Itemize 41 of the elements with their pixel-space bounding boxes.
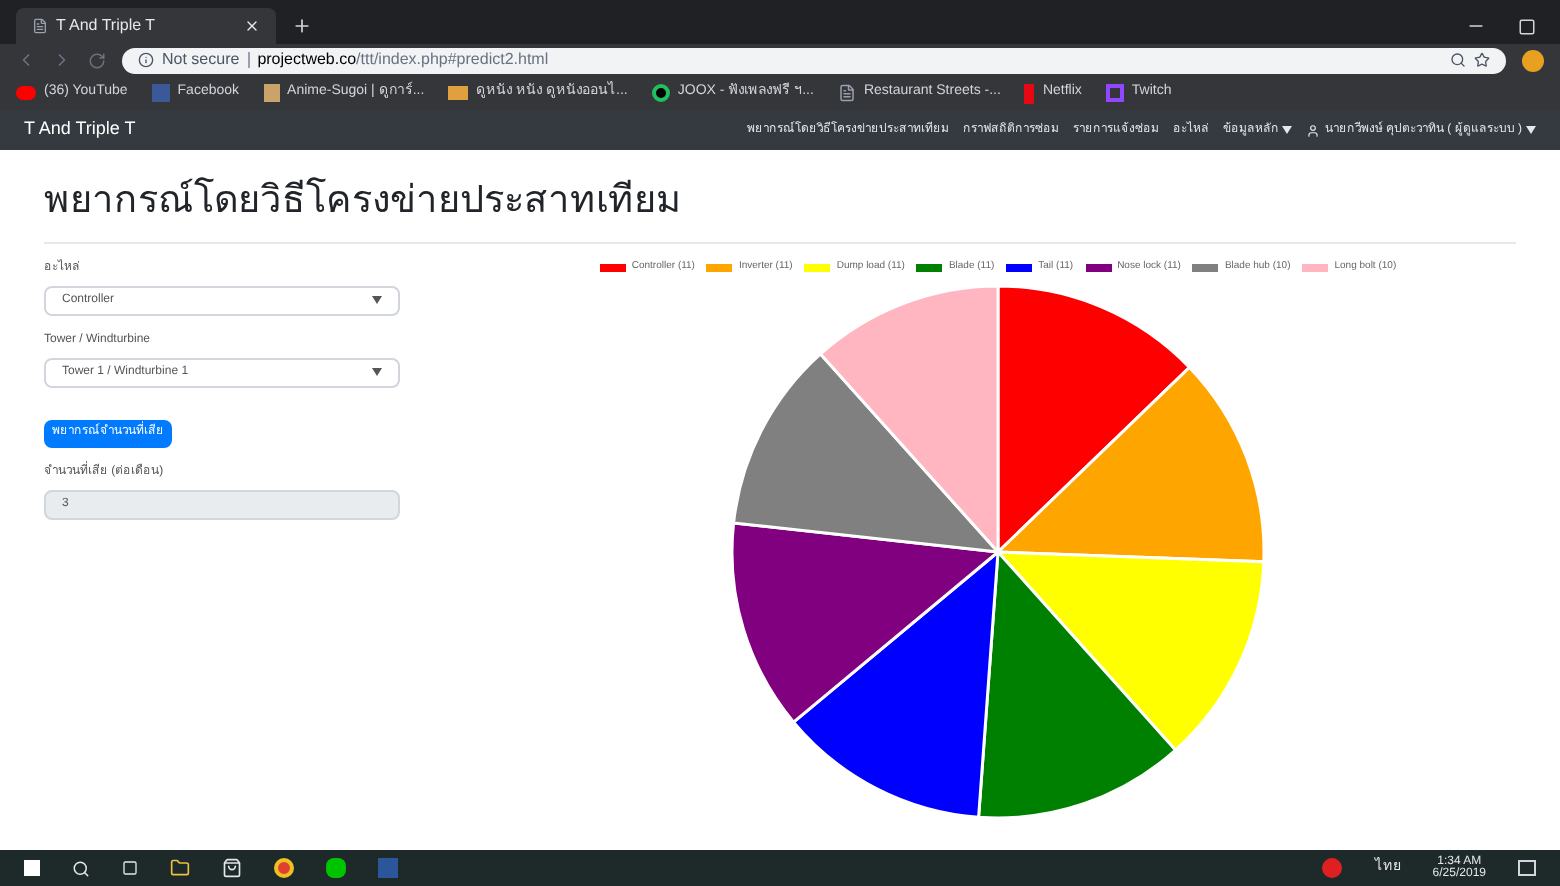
caret-icon <box>1282 126 1293 134</box>
bookmark-star-icon[interactable] <box>1474 52 1490 68</box>
close-icon[interactable] <box>244 18 260 34</box>
caret-icon <box>1526 126 1536 134</box>
page-icon <box>837 84 856 102</box>
address-bar[interactable]: Not secure projectweb.co/ttt/index.php#predict2.html <box>122 47 1506 73</box>
n-icon <box>1024 83 1035 103</box>
play-icon <box>16 86 36 100</box>
zoom-icon[interactable] <box>1450 52 1466 68</box>
info-icon <box>138 52 154 68</box>
tray-app-icon[interactable] <box>1322 858 1343 878</box>
reload-icon[interactable] <box>88 51 106 69</box>
legend-swatch <box>916 263 943 271</box>
maximize-icon[interactable] <box>1518 17 1536 35</box>
profile-avatar[interactable] <box>1522 49 1544 71</box>
chat-app-icon[interactable] <box>326 858 346 878</box>
folder-icon[interactable] <box>170 858 190 878</box>
page-icon <box>32 18 48 34</box>
user-icon <box>1306 123 1321 137</box>
legend-swatch <box>706 263 733 271</box>
windows-start-icon[interactable] <box>24 860 40 876</box>
legend-swatch <box>804 263 831 271</box>
legend-swatch <box>1006 263 1033 271</box>
legend-swatch <box>1085 263 1112 271</box>
navbar-brand[interactable]: T And Triple T <box>24 116 136 144</box>
caret-icon <box>372 368 382 377</box>
legend-swatch <box>1192 263 1219 271</box>
page-title: พยากรณ์โดยวิธีโครงข่ายประสาทเทียม <box>44 178 684 226</box>
task-view-icon[interactable] <box>122 860 138 876</box>
tab-title: T And Triple T <box>56 14 158 38</box>
security-label: Not secure <box>162 48 240 72</box>
new-tab-icon[interactable] <box>292 16 312 36</box>
caret-icon <box>372 296 382 305</box>
url-text: projectweb.co/ttt/index.php#predict2.html <box>257 48 549 72</box>
search-icon[interactable] <box>72 859 90 877</box>
circle-app-icon[interactable] <box>274 858 294 878</box>
legend-swatch <box>1302 263 1329 271</box>
speech-icon <box>1105 84 1124 102</box>
notification-icon[interactable] <box>1518 860 1536 876</box>
browser-tab[interactable]: T And Triple T <box>16 8 276 44</box>
legend-swatch <box>599 263 626 271</box>
